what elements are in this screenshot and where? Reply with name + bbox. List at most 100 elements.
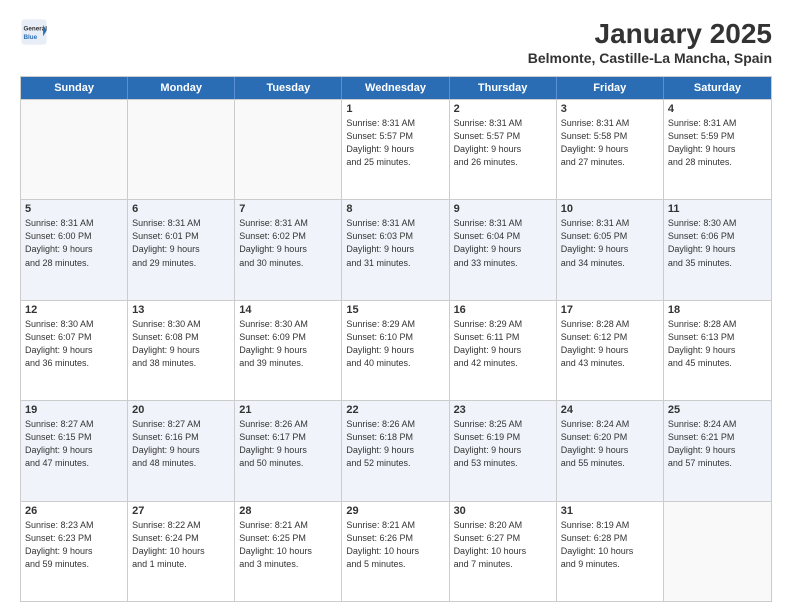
day-number: 27 [132, 505, 230, 517]
calendar-cell-4-1: 19Sunrise: 8:27 AM Sunset: 6:15 PM Dayli… [21, 401, 128, 500]
calendar-row-5: 26 Sunrise: 8:23 AM Sunset: 6:23 PM Dayli… [21, 501, 771, 601]
cell-info: Sunrise: 8:31 AM Sunset: 6:01 PM Dayligh… [132, 217, 230, 269]
calendar-header: Sunday Monday Tuesday Wednesday Thursday… [21, 77, 771, 99]
day-number: 18 [668, 304, 767, 316]
cell-info: Sunrise: 8:22 AM Sunset: 6:24 PM Dayligh… [132, 519, 230, 571]
day-number: 29 [346, 505, 444, 517]
calendar-cell-5-2: 27 Sunrise: 8:22 AM Sunset: 6:24 PM Dayli… [128, 502, 235, 601]
day-number: 21 [239, 404, 337, 416]
location: Belmonte, Castille-La Mancha, Spain [528, 50, 772, 66]
day-number: 17 [561, 304, 659, 316]
cell-info: Sunrise: 8:31 AM Sunset: 6:00 PM Dayligh… [25, 217, 123, 269]
calendar-cell-1-3 [235, 100, 342, 199]
month-title: January 2025 [528, 18, 772, 50]
calendar-cell-2-3: 7 Sunrise: 8:31 AM Sunset: 6:02 PM Daylig… [235, 200, 342, 299]
header-tuesday: Tuesday [235, 77, 342, 99]
header-saturday: Saturday [664, 77, 771, 99]
cell-info: Sunrise: 8:31 AM Sunset: 5:59 PM Dayligh… [668, 117, 767, 169]
calendar-cell-3-1: 12 Sunrise: 8:30 AM Sunset: 6:07 PM Dayli… [21, 301, 128, 400]
calendar-cell-4-2: 20 Sunrise: 8:27 AM Sunset: 6:16 PM Dayli… [128, 401, 235, 500]
cell-info: Sunrise: 8:21 AM Sunset: 6:25 PM Dayligh… [239, 519, 337, 571]
day-number: 2 [454, 103, 552, 115]
calendar-cell-4-4: 22 Sunrise: 8:26 AM Sunset: 6:18 PM Dayli… [342, 401, 449, 500]
calendar-cell-1-7: 4 Sunrise: 8:31 AM Sunset: 5:59 PM Daylig… [664, 100, 771, 199]
cell-info: Sunrise: 8:20 AM Sunset: 6:27 PM Dayligh… [454, 519, 552, 571]
cell-info: Sunrise: 8:28 AM Sunset: 6:12 PM Dayligh… [561, 318, 659, 370]
header-thursday: Thursday [450, 77, 557, 99]
cell-info: Sunrise: 8:27 AM Sunset: 6:15 PM Dayligh… [25, 418, 123, 470]
day-number: 24 [561, 404, 659, 416]
day-number: 7 [239, 203, 337, 215]
calendar-cell-2-5: 9 Sunrise: 8:31 AM Sunset: 6:04 PM Daylig… [450, 200, 557, 299]
day-number: 10 [561, 203, 659, 215]
cell-info: Sunrise: 8:31 AM Sunset: 6:04 PM Dayligh… [454, 217, 552, 269]
day-number: 23 [454, 404, 552, 416]
cell-info: Sunrise: 8:30 AM Sunset: 6:06 PM Dayligh… [668, 217, 767, 269]
calendar-cell-4-5: 23 Sunrise: 8:25 AM Sunset: 6:19 PM Dayli… [450, 401, 557, 500]
calendar-cell-5-3: 28 Sunrise: 8:21 AM Sunset: 6:25 PM Dayli… [235, 502, 342, 601]
cell-info: Sunrise: 8:31 AM Sunset: 5:57 PM Dayligh… [454, 117, 552, 169]
calendar-cell-3-7: 18 Sunrise: 8:28 AM Sunset: 6:13 PM Dayli… [664, 301, 771, 400]
cell-info: Sunrise: 8:30 AM Sunset: 6:07 PM Dayligh… [25, 318, 123, 370]
calendar-cell-3-4: 15Sunrise: 8:29 AM Sunset: 6:10 PM Dayli… [342, 301, 449, 400]
calendar-row-1: 1Sunrise: 8:31 AM Sunset: 5:57 PM Daylig… [21, 99, 771, 199]
calendar-cell-5-7 [664, 502, 771, 601]
day-number: 22 [346, 404, 444, 416]
calendar-cell-3-6: 17 Sunrise: 8:28 AM Sunset: 6:12 PM Dayli… [557, 301, 664, 400]
day-number: 20 [132, 404, 230, 416]
page: General Blue January 2025 Belmonte, Cast… [0, 0, 792, 612]
calendar-cell-5-6: 31 Sunrise: 8:19 AM Sunset: 6:28 PM Dayli… [557, 502, 664, 601]
calendar-row-4: 19Sunrise: 8:27 AM Sunset: 6:15 PM Dayli… [21, 400, 771, 500]
calendar-cell-1-5: 2 Sunrise: 8:31 AM Sunset: 5:57 PM Daylig… [450, 100, 557, 199]
calendar: Sunday Monday Tuesday Wednesday Thursday… [20, 76, 772, 602]
day-number: 25 [668, 404, 767, 416]
calendar-cell-2-6: 10 Sunrise: 8:31 AM Sunset: 6:05 PM Dayli… [557, 200, 664, 299]
day-number: 28 [239, 505, 337, 517]
day-number: 8 [346, 203, 444, 215]
day-number: 12 [25, 304, 123, 316]
calendar-cell-3-2: 13Sunrise: 8:30 AM Sunset: 6:08 PM Dayli… [128, 301, 235, 400]
svg-text:Blue: Blue [24, 34, 38, 41]
cell-info: Sunrise: 8:30 AM Sunset: 6:08 PM Dayligh… [132, 318, 230, 370]
day-number: 3 [561, 103, 659, 115]
cell-info: Sunrise: 8:31 AM Sunset: 5:58 PM Dayligh… [561, 117, 659, 169]
calendar-cell-3-5: 16Sunrise: 8:29 AM Sunset: 6:11 PM Dayli… [450, 301, 557, 400]
cell-info: Sunrise: 8:31 AM Sunset: 5:57 PM Dayligh… [346, 117, 444, 169]
day-number: 9 [454, 203, 552, 215]
cell-info: Sunrise: 8:25 AM Sunset: 6:19 PM Dayligh… [454, 418, 552, 470]
calendar-cell-4-3: 21 Sunrise: 8:26 AM Sunset: 6:17 PM Dayli… [235, 401, 342, 500]
cell-info: Sunrise: 8:26 AM Sunset: 6:18 PM Dayligh… [346, 418, 444, 470]
calendar-cell-2-2: 6Sunrise: 8:31 AM Sunset: 6:01 PM Daylig… [128, 200, 235, 299]
calendar-cell-5-4: 29Sunrise: 8:21 AM Sunset: 6:26 PM Dayli… [342, 502, 449, 601]
calendar-cell-1-2 [128, 100, 235, 199]
cell-info: Sunrise: 8:19 AM Sunset: 6:28 PM Dayligh… [561, 519, 659, 571]
day-number: 16 [454, 304, 552, 316]
day-number: 5 [25, 203, 123, 215]
day-number: 30 [454, 505, 552, 517]
calendar-cell-1-6: 3 Sunrise: 8:31 AM Sunset: 5:58 PM Daylig… [557, 100, 664, 199]
cell-info: Sunrise: 8:26 AM Sunset: 6:17 PM Dayligh… [239, 418, 337, 470]
cell-info: Sunrise: 8:28 AM Sunset: 6:13 PM Dayligh… [668, 318, 767, 370]
header: General Blue January 2025 Belmonte, Cast… [20, 18, 772, 66]
day-number: 26 [25, 505, 123, 517]
cell-info: Sunrise: 8:24 AM Sunset: 6:21 PM Dayligh… [668, 418, 767, 470]
calendar-cell-3-3: 14 Sunrise: 8:30 AM Sunset: 6:09 PM Dayli… [235, 301, 342, 400]
day-number: 4 [668, 103, 767, 115]
day-number: 31 [561, 505, 659, 517]
calendar-cell-5-1: 26 Sunrise: 8:23 AM Sunset: 6:23 PM Dayli… [21, 502, 128, 601]
cell-info: Sunrise: 8:27 AM Sunset: 6:16 PM Dayligh… [132, 418, 230, 470]
cell-info: Sunrise: 8:23 AM Sunset: 6:23 PM Dayligh… [25, 519, 123, 571]
calendar-cell-2-7: 11Sunrise: 8:30 AM Sunset: 6:06 PM Dayli… [664, 200, 771, 299]
cell-info: Sunrise: 8:31 AM Sunset: 6:02 PM Dayligh… [239, 217, 337, 269]
cell-info: Sunrise: 8:31 AM Sunset: 6:05 PM Dayligh… [561, 217, 659, 269]
calendar-row-3: 12 Sunrise: 8:30 AM Sunset: 6:07 PM Dayli… [21, 300, 771, 400]
calendar-cell-2-1: 5 Sunrise: 8:31 AM Sunset: 6:00 PM Daylig… [21, 200, 128, 299]
calendar-cell-5-5: 30 Sunrise: 8:20 AM Sunset: 6:27 PM Dayli… [450, 502, 557, 601]
cell-info: Sunrise: 8:24 AM Sunset: 6:20 PM Dayligh… [561, 418, 659, 470]
cell-info: Sunrise: 8:30 AM Sunset: 6:09 PM Dayligh… [239, 318, 337, 370]
day-number: 14 [239, 304, 337, 316]
cell-info: Sunrise: 8:31 AM Sunset: 6:03 PM Dayligh… [346, 217, 444, 269]
calendar-row-2: 5 Sunrise: 8:31 AM Sunset: 6:00 PM Daylig… [21, 199, 771, 299]
calendar-cell-2-4: 8 Sunrise: 8:31 AM Sunset: 6:03 PM Daylig… [342, 200, 449, 299]
logo-icon: General Blue [20, 18, 48, 46]
